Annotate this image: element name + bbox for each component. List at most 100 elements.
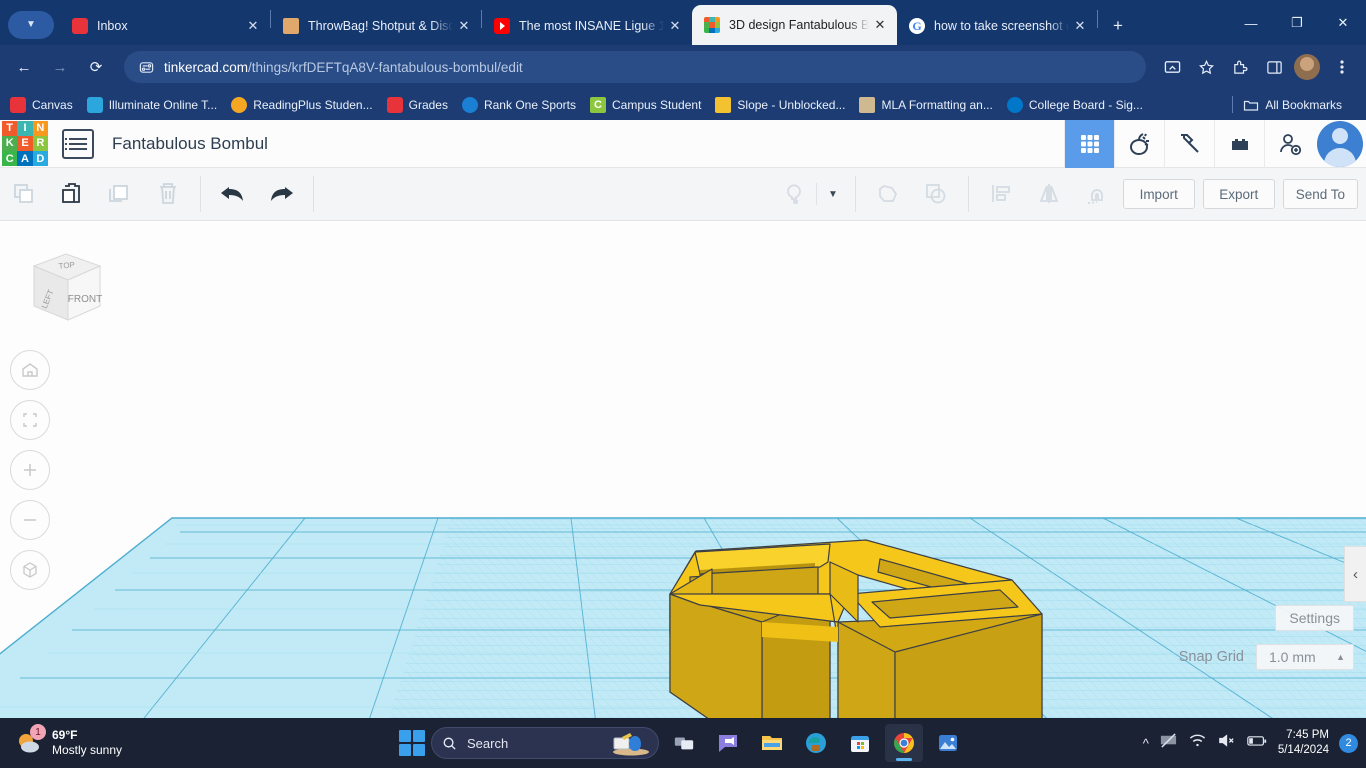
clock[interactable]: 7:45 PM 5/14/2024 (1278, 728, 1329, 758)
close-window-button[interactable]: ✕ (1320, 7, 1366, 39)
bookmark-label: Grades (409, 98, 448, 112)
tab-close-button[interactable]: ✕ (869, 14, 891, 36)
weather-widget[interactable]: 1 69°F Mostly sunny (0, 728, 230, 758)
zoom-out-button[interactable] (10, 500, 50, 540)
light-button[interactable] (778, 168, 814, 220)
bookmark-label: Rank One Sports (484, 98, 576, 112)
clock-date: 5/14/2024 (1278, 743, 1329, 758)
microsoft-store-icon[interactable] (841, 724, 879, 762)
site-settings-icon[interactable] (136, 57, 156, 77)
extensions-icon[interactable] (1224, 51, 1256, 83)
tinkercad-app: T I N K E R C A D Fantabulous Bombul (0, 120, 1366, 718)
user-avatar[interactable] (1314, 120, 1366, 168)
bookmark-star-icon[interactable] (1190, 51, 1222, 83)
settings-button[interactable]: Settings (1275, 605, 1354, 631)
bookmark-label: Illuminate Online T... (109, 98, 218, 112)
all-bookmarks-button[interactable]: All Bookmarks (1243, 97, 1342, 113)
project-menu-icon[interactable] (62, 129, 94, 159)
notification-center-badge[interactable]: 2 (1339, 734, 1358, 753)
bookmark-mla-formatting[interactable]: MLA Formatting an... (859, 97, 992, 113)
install-icon[interactable] (1156, 51, 1188, 83)
bookmark-canvas[interactable]: Canvas (10, 97, 73, 113)
maximize-button[interactable]: ❐ (1274, 7, 1320, 39)
browser-tab-inbox[interactable]: Inbox ✕ (60, 7, 270, 45)
new-tab-button[interactable]: + (1104, 12, 1132, 40)
tab-title: how to take screenshot on c (934, 19, 1069, 33)
bookmark-readingplus[interactable]: ReadingPlus Studen... (231, 97, 372, 113)
browser-tab-youtube[interactable]: The most INSANE Ligue 1 Dr ✕ (482, 7, 692, 45)
slope-icon (715, 97, 731, 113)
collegeboard-icon (1007, 97, 1023, 113)
minimize-button[interactable]: — (1228, 7, 1274, 39)
screen-share-off-icon[interactable] (1159, 731, 1178, 755)
reload-button[interactable]: ⟳ (80, 51, 112, 83)
tab-search-button[interactable]: ▼ (8, 11, 54, 39)
snap-grid-select[interactable]: 1.0 mm ▲ (1256, 644, 1354, 670)
export-button[interactable]: Export (1203, 179, 1275, 209)
browser-tab-google-search[interactable]: G how to take screenshot on c ✕ (897, 7, 1097, 45)
tab-close-button[interactable]: ✕ (1069, 15, 1091, 37)
more-menu-icon[interactable] (1326, 51, 1358, 83)
fit-view-button[interactable] (10, 400, 50, 440)
align-button[interactable] (977, 168, 1025, 220)
paste-button[interactable] (48, 168, 96, 220)
viewcube-front-label: FRONT (68, 294, 102, 305)
logo-letter: D (33, 151, 48, 166)
bookmark-rank-one-sports[interactable]: Rank One Sports (462, 97, 576, 113)
undo-button[interactable] (209, 168, 257, 220)
side-panel-icon[interactable] (1258, 51, 1290, 83)
redo-button[interactable] (257, 168, 305, 220)
brick-icon[interactable] (1214, 120, 1264, 168)
task-view-icon[interactable] (665, 724, 703, 762)
volume-muted-icon[interactable] (1217, 731, 1236, 755)
panel-collapse-toggle[interactable]: ‹ (1344, 546, 1366, 602)
chrome-icon[interactable] (885, 724, 923, 762)
duplicate-button[interactable] (96, 168, 144, 220)
browser-tab-tinkercad[interactable]: 3D design Fantabulous Bomb ✕ (692, 5, 897, 45)
delete-button[interactable] (144, 168, 192, 220)
snap-grid-control: Snap Grid 1.0 mm ▲ (1179, 644, 1354, 670)
view-cube[interactable]: TOP LEFT FRONT (20, 240, 112, 332)
bookmark-illuminate[interactable]: Illuminate Online T... (87, 97, 218, 113)
ortho-view-button[interactable] (10, 550, 50, 590)
back-button[interactable]: ← (8, 51, 40, 83)
battery-icon[interactable] (1246, 731, 1268, 755)
bookmark-slope[interactable]: Slope - Unblocked... (715, 97, 845, 113)
tinkercad-logo[interactable]: T I N K E R C A D (2, 121, 48, 167)
system-tray: ^ 7:45 PM 5/14/2024 2 (1143, 728, 1358, 758)
file-explorer-icon[interactable] (753, 724, 791, 762)
search-input[interactable]: Search (431, 727, 659, 759)
tray-expand-chevron-icon[interactable]: ^ (1143, 736, 1149, 751)
tab-close-button[interactable]: ✕ (453, 15, 475, 37)
bookmark-grades[interactable]: Grades (387, 97, 448, 113)
send-to-button[interactable]: Send To (1283, 179, 1358, 209)
copy-button[interactable] (0, 168, 48, 220)
logo-letter: I (17, 121, 32, 136)
group-button[interactable] (864, 168, 912, 220)
home-view-button[interactable] (10, 350, 50, 390)
browser-tab-throwbag[interactable]: ThrowBag! Shotput & Discus ✕ (271, 7, 481, 45)
start-button[interactable] (399, 730, 425, 756)
import-button[interactable]: Import (1123, 179, 1195, 209)
wifi-icon[interactable] (1188, 731, 1207, 755)
zoom-in-button[interactable] (10, 450, 50, 490)
3d-viewport[interactable]: TOP LEFT FRONT ‹ Settings Snap Grid (0, 222, 1366, 718)
ungroup-button[interactable] (912, 168, 960, 220)
photos-icon[interactable] (929, 724, 967, 762)
bookmark-campus-student[interactable]: C Campus Student (590, 97, 701, 113)
hammer-icon[interactable] (1164, 120, 1214, 168)
edge-icon[interactable] (797, 724, 835, 762)
profile-avatar[interactable] (1294, 54, 1320, 80)
light-dropdown-button[interactable]: ▼ (819, 168, 847, 220)
chat-icon[interactable] (709, 724, 747, 762)
mirror-button[interactable] (1025, 168, 1073, 220)
codeblocks-icon[interactable] (1114, 120, 1164, 168)
add-person-icon[interactable] (1264, 120, 1314, 168)
grid-view-icon[interactable] (1064, 120, 1114, 168)
forward-button[interactable]: → (44, 51, 76, 83)
rankone-icon (462, 97, 478, 113)
tab-close-button[interactable]: ✕ (664, 15, 686, 37)
tab-close-button[interactable]: ✕ (242, 15, 264, 37)
bookmark-college-board[interactable]: College Board - Sig... (1007, 97, 1143, 113)
address-bar[interactable]: tinkercad.com/things/krfDEFTqA8V-fantabu… (124, 51, 1146, 83)
